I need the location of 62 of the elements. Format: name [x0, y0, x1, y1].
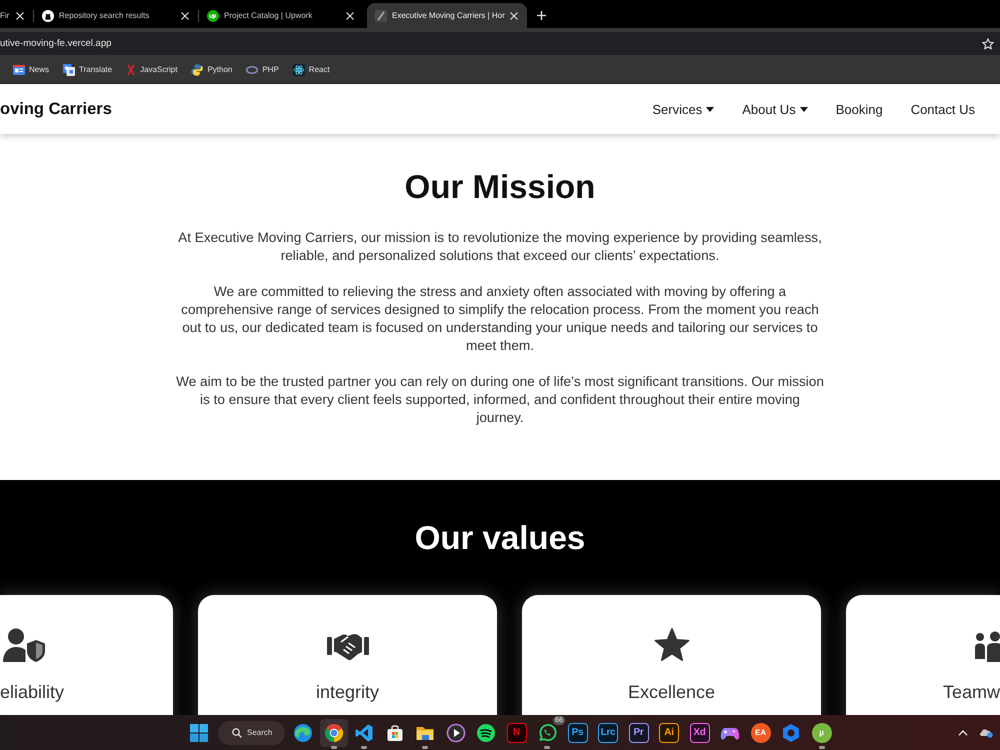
taskbar-app-button[interactable]: Ps [568, 722, 588, 742]
logo-icon [375, 10, 387, 22]
cross-mark-icon [126, 64, 136, 76]
taskbar-app-button[interactable]: Xd [690, 722, 710, 742]
browser-tab[interactable]: Executive Moving Carriers | Hor [367, 3, 527, 28]
bookmark-link[interactable]: News [13, 64, 50, 76]
browser-tab[interactable]: Repository search results [34, 3, 198, 28]
section-title: Our Mission [404, 167, 596, 207]
brand-name: oving Carriers [0, 100, 112, 118]
circle-logo-icon [207, 10, 219, 22]
mission-paragraph: We aim to be the trusted partner you can rely on during one of life’s most significant transitions. Our mission is to ensure that every client feels supported, informed, and confident throughout their entire moving journey. [175, 373, 825, 427]
bookmark-link[interactable]: Python [191, 64, 232, 76]
search-icon [232, 728, 242, 738]
value-title: eliability [0, 681, 64, 703]
taskbar-app-button[interactable] [320, 718, 348, 746]
taskbar-app-button[interactable]: Ai [659, 722, 679, 742]
close-icon[interactable] [346, 12, 354, 20]
close-icon[interactable] [181, 12, 189, 20]
nav-link[interactable]: Services [652, 102, 714, 116]
taskbar-app-button[interactable]: N [506, 722, 526, 742]
atom-icon [292, 64, 305, 76]
close-icon[interactable] [510, 12, 518, 20]
chat-bubble-icon [537, 722, 557, 742]
snake-logo-icon [191, 64, 204, 76]
hexagon-icon [781, 722, 801, 742]
person-shield-icon [3, 628, 45, 662]
shopping-bag-icon [384, 722, 404, 742]
bookmark-link[interactable]: React [292, 64, 330, 76]
bookmark-link[interactable]: PHP [246, 65, 279, 74]
mission-paragraph: At Executive Moving Carriers, our mission is to revolutionize the moving experience by providing seamless, reliable, and personalized solutions that exceed our clients’ expectations. [177, 229, 823, 265]
sound-waves-icon [476, 722, 496, 742]
start-grid-icon[interactable] [190, 724, 208, 742]
value-title: Excellence [628, 681, 716, 703]
translate-icon [63, 64, 76, 76]
address-field[interactable]: utive-moving-fe.vercel.app [0, 32, 1000, 55]
plus-icon[interactable] [537, 11, 546, 20]
taskbar-app-button[interactable]: Pr [628, 722, 648, 742]
cat-logo-icon [42, 10, 54, 22]
star-icon [654, 628, 690, 662]
taskbar-app-button[interactable]: Lrc [598, 722, 618, 742]
swirl-icon [293, 722, 313, 742]
ribbon-logo-icon [354, 722, 374, 742]
browser-tab[interactable]: Fir [0, 3, 33, 28]
close-icon[interactable] [16, 12, 24, 20]
section-title: Our values [414, 518, 586, 558]
oval-logo-icon [246, 66, 258, 74]
search-button[interactable]: Search [218, 720, 285, 744]
nav-link[interactable]: Contact Us [910, 102, 975, 116]
bookmark-link[interactable]: Translate [63, 64, 112, 76]
play-icon [446, 722, 466, 742]
value-title: integrity [316, 681, 380, 703]
news-tile-icon [13, 64, 25, 76]
bookmark-link[interactable]: JavaScript [126, 64, 178, 76]
segmented-circle-icon [324, 722, 344, 742]
browser-tab[interactable]: Project Catalog | Upwork [199, 3, 363, 28]
mission-paragraph: We are committed to relieving the stress and anxiety often associated with moving by offering a comprehensive range of services designed to simplify the relocation process. From the moment you reach out to us, our dedicated team is focused on understanding your unique needs and tailoring our services to meet them. [180, 283, 820, 355]
star-icon[interactable] [982, 38, 994, 50]
cloud-icon[interactable] [979, 727, 993, 738]
nav-link[interactable]: Booking [836, 102, 883, 116]
value-title: Teamw [942, 681, 1000, 703]
nav-link[interactable]: About Us [742, 102, 808, 116]
chevron-up-icon[interactable] [958, 730, 968, 736]
